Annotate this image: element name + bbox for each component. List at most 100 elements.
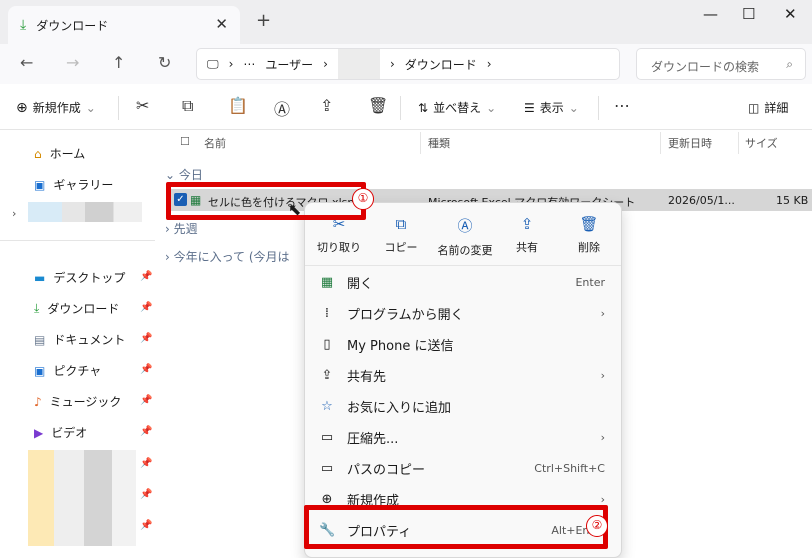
new-tab-icon[interactable]: + (256, 10, 271, 31)
copy-action[interactable]: ⧉ コピー (371, 215, 431, 255)
download-icon: ⤓ (34, 301, 40, 315)
file-date: 2026/05/1... (668, 194, 735, 207)
forward-icon[interactable]: → (66, 53, 79, 72)
phone-icon: ▯ (323, 336, 331, 352)
column-type[interactable]: 種類 (428, 135, 450, 151)
more-icon[interactable]: ⋯ (614, 96, 630, 115)
cut-icon[interactable]: ✂ (136, 96, 149, 115)
details-label: 詳細 (764, 101, 789, 115)
gallery-icon: ▣ (34, 177, 46, 192)
apps-icon: ⁞ (324, 305, 330, 321)
desktop-icon: ▬ (34, 270, 46, 285)
details-pane-icon: ◫ (748, 100, 760, 115)
nav-bar: ← → ↑ ↻ 🖵 › ⋯ ユーザー › › ダウンロード › ダウンロードの検… (0, 44, 812, 84)
pin-icon: 📌 (140, 395, 153, 406)
sidebar-label: ギャラリー (53, 178, 114, 192)
pin-icon: 📌 (140, 302, 153, 313)
path-icon: ▭ (320, 460, 334, 476)
menu-send-phone[interactable]: ▯ My Phone に送信 (305, 329, 621, 359)
delete-label: 削除 (578, 241, 600, 254)
pin-icon: 📌 (140, 426, 153, 437)
menu-share-to[interactable]: ⇪ 共有先 › (305, 360, 621, 390)
menu-open[interactable]: ▦ 開く Enter (305, 267, 621, 297)
menu-label: My Phone に送信 (347, 338, 454, 354)
new-button[interactable]: ⊕ 新規作成 ⌄ (16, 99, 96, 116)
sidebar-item-home[interactable]: ⌂ ホーム (34, 145, 85, 162)
chevron-right-icon: › (600, 368, 605, 382)
pin-icon: 📌 (140, 333, 153, 344)
download-icon: ⤓ (20, 17, 27, 33)
plus-icon: ⊕ (16, 99, 28, 116)
rename-action[interactable]: Ⓐ 名前の変更 (433, 215, 497, 258)
group-today[interactable]: ⌄ 今日 (165, 166, 203, 183)
delete-icon[interactable]: 🗑 (368, 96, 388, 115)
menu-compress[interactable]: ▭ 圧縮先... › (305, 422, 621, 452)
menu-add-favorite[interactable]: ☆ お気に入りに追加 (305, 391, 621, 421)
step-badge-2: ② (586, 515, 608, 537)
sidebar-item-documents[interactable]: ▤ ドキュメント (34, 331, 125, 348)
menu-label: お気に入りに追加 (347, 400, 452, 416)
sidebar-label: ミュージック (49, 395, 122, 409)
refresh-icon[interactable]: ↻ (158, 53, 171, 72)
search-icon: ⌕ (786, 57, 793, 71)
close-tab-icon[interactable]: ✕ (215, 15, 228, 33)
view-button[interactable]: ☰ 表示 ⌄ (524, 99, 579, 116)
new-label: 新規作成 (32, 101, 81, 115)
search-input[interactable]: ダウンロードの検索 ⌕ (636, 48, 806, 80)
sidebar-item-music[interactable]: ♪ ミュージック (34, 393, 121, 410)
group-label: 今日 (178, 168, 203, 182)
minimize-icon[interactable]: — (703, 5, 718, 23)
share-icon[interactable]: ⇪ (320, 96, 333, 115)
sidebar-item-desktop[interactable]: ▬ デスクトップ (34, 269, 125, 286)
cut-action[interactable]: ✂ 切り取り (309, 215, 369, 255)
blurred-pinned-items[interactable] (28, 450, 136, 546)
tab-downloads[interactable]: ⤓ ダウンロード ✕ (8, 6, 240, 44)
group-thisyear[interactable]: › 今年に入って (今月は (165, 248, 290, 265)
up-icon[interactable]: ↑ (112, 53, 125, 72)
sidebar-item-downloads[interactable]: ⤓ ダウンロード (34, 300, 119, 317)
group-label: 先週 (173, 222, 198, 236)
share-label: 共有 (516, 241, 538, 254)
copy-label: コピー (384, 241, 418, 254)
maximize-icon[interactable]: ☐ (742, 5, 755, 23)
sidebar-item-pictures[interactable]: ▣ ピクチャ (34, 362, 101, 379)
menu-copy-path[interactable]: ▭ パスのコピー Ctrl+Shift+C (305, 453, 621, 483)
sidebar-label: デスクトップ (53, 271, 126, 285)
close-window-icon[interactable]: ✕ (784, 5, 797, 23)
sidebar-item-gallery[interactable]: ▣ ギャラリー (34, 176, 113, 193)
sidebar-label: ビデオ (51, 426, 88, 440)
highlight-box-2 (304, 505, 608, 549)
sidebar-label: ピクチャ (53, 364, 102, 378)
sort-icon: ⇅ (418, 100, 429, 115)
computer-icon: 🖵 (207, 56, 219, 71)
file-size: 15 KB (776, 194, 809, 207)
breadcrumb-downloads[interactable]: ダウンロード (405, 56, 477, 73)
sidebar-item-videos[interactable]: ▶ ビデオ (34, 424, 87, 441)
back-icon[interactable]: ← (20, 53, 33, 72)
expand-chevron-icon[interactable]: › (12, 207, 16, 220)
address-bar[interactable]: 🖵 › ⋯ ユーザー › › ダウンロード › (196, 48, 620, 80)
menu-label: 開く (347, 276, 374, 292)
select-all-checkbox[interactable]: ☐ (180, 135, 190, 148)
column-modified[interactable]: 更新日時 (668, 135, 712, 151)
details-button[interactable]: ◫ 詳細 (748, 99, 788, 116)
music-icon: ♪ (34, 394, 42, 409)
delete-action[interactable]: 🗑 削除 (559, 215, 619, 255)
breadcrumb-users[interactable]: ユーザー (265, 56, 313, 73)
group-label: 今年に入って (今月は (173, 250, 290, 264)
highlight-box-1 (166, 182, 366, 220)
column-name[interactable]: 名前 (204, 135, 226, 151)
rename-icon[interactable]: Ⓐ (274, 96, 290, 120)
sort-label: 並べ替え (433, 101, 482, 115)
sort-button[interactable]: ⇅ 並べ替え ⌄ (418, 99, 496, 116)
paste-icon[interactable]: 📋 (228, 96, 248, 115)
zip-icon: ▭ (320, 429, 334, 445)
group-lastweek[interactable]: › 先週 (165, 220, 198, 237)
column-size[interactable]: サイズ (745, 135, 778, 151)
copy-icon[interactable]: ⧉ (182, 96, 193, 116)
blurred-onedrive-item[interactable] (28, 202, 142, 222)
menu-label: 圧縮先... (347, 431, 399, 447)
menu-open-with[interactable]: ⁞ プログラムから開く › (305, 298, 621, 328)
share-action[interactable]: ⇪ 共有 (497, 215, 557, 255)
menu-label: 共有先 (347, 369, 387, 385)
